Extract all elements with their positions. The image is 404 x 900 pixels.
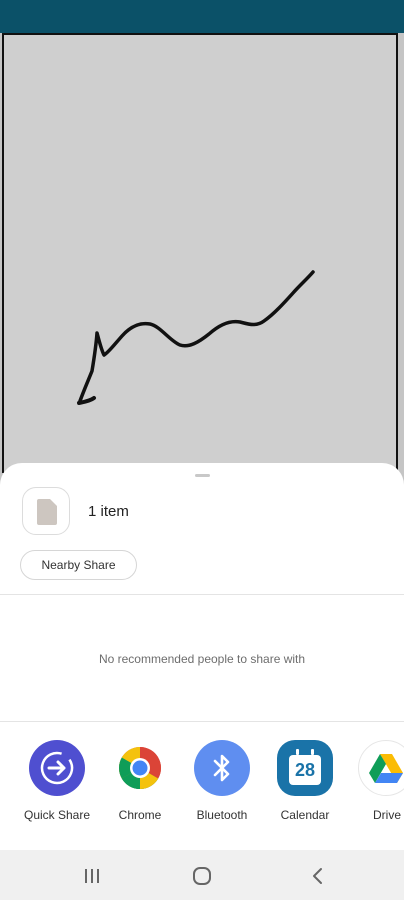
home-icon[interactable]: [190, 864, 214, 888]
app-drive[interactable]: Drive: [349, 740, 404, 822]
drag-handle[interactable]: [195, 474, 210, 477]
calendar-icon: 28: [277, 740, 333, 796]
file-thumbnail: [22, 487, 70, 535]
item-count: 1 item: [88, 503, 129, 520]
divider: [0, 594, 404, 595]
back-icon[interactable]: [306, 864, 330, 888]
bluetooth-icon: [194, 740, 250, 796]
file-icon: [37, 499, 57, 525]
navigation-bar: [0, 850, 404, 900]
chrome-icon: [112, 740, 168, 796]
nearby-share-button[interactable]: Nearby Share: [20, 550, 137, 580]
signature-drawing: [77, 270, 315, 405]
app-calendar[interactable]: 28 Calendar: [267, 740, 343, 822]
drawing-canvas[interactable]: [2, 33, 398, 473]
share-sheet: 1 item Nearby Share No recommended peopl…: [0, 463, 404, 900]
app-label: Quick Share: [23, 808, 91, 822]
divider: [0, 721, 404, 722]
calendar-date: 28: [294, 759, 316, 780]
app-chrome[interactable]: Chrome: [102, 740, 178, 822]
app-label: Drive: [373, 808, 402, 822]
status-bar: [0, 0, 404, 33]
app-bluetooth[interactable]: Bluetooth: [184, 740, 260, 822]
app-label: Calendar: [280, 808, 330, 822]
recents-icon[interactable]: [80, 864, 104, 888]
app-label: Chrome: [118, 808, 162, 822]
app-label: Bluetooth: [196, 808, 248, 822]
app-quick-share[interactable]: Quick Share: [19, 740, 95, 822]
quick-share-icon: [29, 740, 85, 796]
no-recommendations-text: No recommended people to share with: [98, 652, 306, 666]
drive-icon: [358, 740, 404, 796]
